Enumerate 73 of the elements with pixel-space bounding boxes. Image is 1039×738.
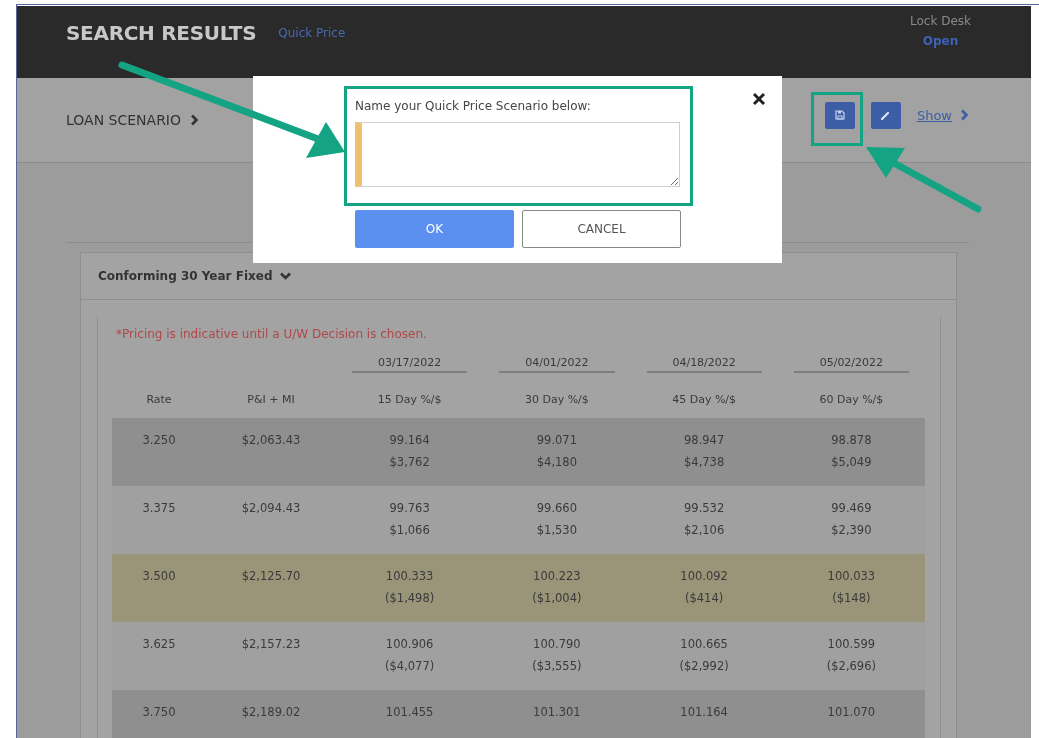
table-cell-text: 100.333 <box>385 568 434 585</box>
table-cell-text: ($1,004) <box>532 590 582 607</box>
table-cell-text: ($2,696) <box>826 658 876 675</box>
chevron-icon <box>190 114 199 126</box>
pencil-icon <box>880 109 892 121</box>
table-cell-text: 101.070 <box>827 704 876 721</box>
column-header: 30 Day %/$ <box>523 392 590 408</box>
table-cell-text: ($414) <box>685 590 724 607</box>
table-cell-text: 100.599 <box>827 636 876 653</box>
table-cell-text: 99.763 <box>389 500 430 517</box>
table-cell-text: 98.947 <box>684 432 725 449</box>
table-cell-text: $2,390 <box>831 522 872 539</box>
table-cell-text: ($4,077) <box>385 658 435 675</box>
table-cell-text: ($3,555) <box>532 658 582 675</box>
table-cell: 3.250 <box>112 418 206 486</box>
table-cell-text: 100.665 <box>680 636 728 653</box>
column-header: P&I + MI <box>246 392 296 408</box>
table-cell-text: ($1,498) <box>385 590 435 607</box>
table-cell-text: 100.906 <box>385 636 434 653</box>
table-cell-text: $2,063.43 <box>241 432 301 449</box>
loan-scenario-link[interactable]: LOAN SCENARIO <box>66 112 199 128</box>
cancel-button[interactable]: CANCEL <box>522 210 681 248</box>
table-cell-text: 100.092 <box>680 568 728 585</box>
table-cell-text: $5,049 <box>831 454 872 471</box>
lock-date: 03/17/2022 <box>352 356 468 373</box>
scenario-name-field[interactable] <box>355 122 680 187</box>
table-cell-text: 99.469 <box>831 500 872 517</box>
lock-date: 04/01/2022 <box>499 356 615 373</box>
table-cell: 3.750 <box>112 690 206 738</box>
table-cell-text: $1,066 <box>389 522 430 539</box>
table-cell-text: $4,738 <box>684 454 725 471</box>
product-title: Conforming 30 Year Fixed <box>98 269 273 283</box>
table-cell-text: 99.164 <box>389 432 430 449</box>
edit-button[interactable] <box>870 101 901 129</box>
table-cell-text: $2,189.02 <box>241 704 301 721</box>
table-cell-text: 99.071 <box>536 432 577 449</box>
table-cell-text: $2,157.23 <box>241 636 301 653</box>
table-cell-text: 100.033 <box>827 568 876 585</box>
ok-button[interactable]: OK <box>355 210 514 248</box>
table-cell-text: $2,125.70 <box>241 568 301 585</box>
table-cell-text: 100.223 <box>533 568 581 585</box>
table-cell-text: 98.878 <box>831 432 872 449</box>
table-cell-text: $4,180 <box>536 454 577 471</box>
table-cell-text: 101.301 <box>533 704 581 721</box>
table-cell-text: $3,762 <box>389 454 430 471</box>
table-cell: 3.500 <box>112 554 206 622</box>
table-cell-text: ($2,992) <box>679 658 729 675</box>
table-cell-text: $2,094.43 <box>241 500 301 517</box>
table-cell-text: $1,530 <box>536 522 577 539</box>
lock-desk-status: Open <box>922 34 959 48</box>
lock-date: 04/18/2022 <box>646 356 762 373</box>
page-title: SEARCH RESULTS <box>66 21 257 47</box>
show-link[interactable]: Show <box>916 107 952 123</box>
lock-date: 05/02/2022 <box>793 356 909 373</box>
field-label: Name your Quick Price Scenario below: <box>355 99 591 113</box>
lock-desk-label: Lock Desk <box>910 14 971 28</box>
table-cell-text: 101.164 <box>680 704 728 721</box>
table-cell-text: $2,106 <box>684 522 725 539</box>
column-header: 15 Day %/$ <box>376 392 443 408</box>
table-cell-text: 99.532 <box>684 500 725 517</box>
table-cell-text: 100.790 <box>533 636 581 653</box>
column-header: 45 Day %/$ <box>671 392 738 408</box>
chevron-icon <box>960 109 969 121</box>
column-header: Rate <box>145 392 173 408</box>
pricing-note: *Pricing is indicative until a U/W Decision is chosen. <box>116 327 428 341</box>
close-button[interactable] <box>752 92 766 106</box>
table-cell-text: 101.455 <box>385 704 434 721</box>
highlight-box <box>811 92 863 146</box>
save-button[interactable] <box>824 101 855 129</box>
quick-price-link[interactable]: Quick Price <box>278 26 346 78</box>
table-cell-text: 99.660 <box>536 500 577 517</box>
column-header: 60 Day %/$ <box>818 392 885 408</box>
table-cell-text: ($148) <box>832 590 871 607</box>
